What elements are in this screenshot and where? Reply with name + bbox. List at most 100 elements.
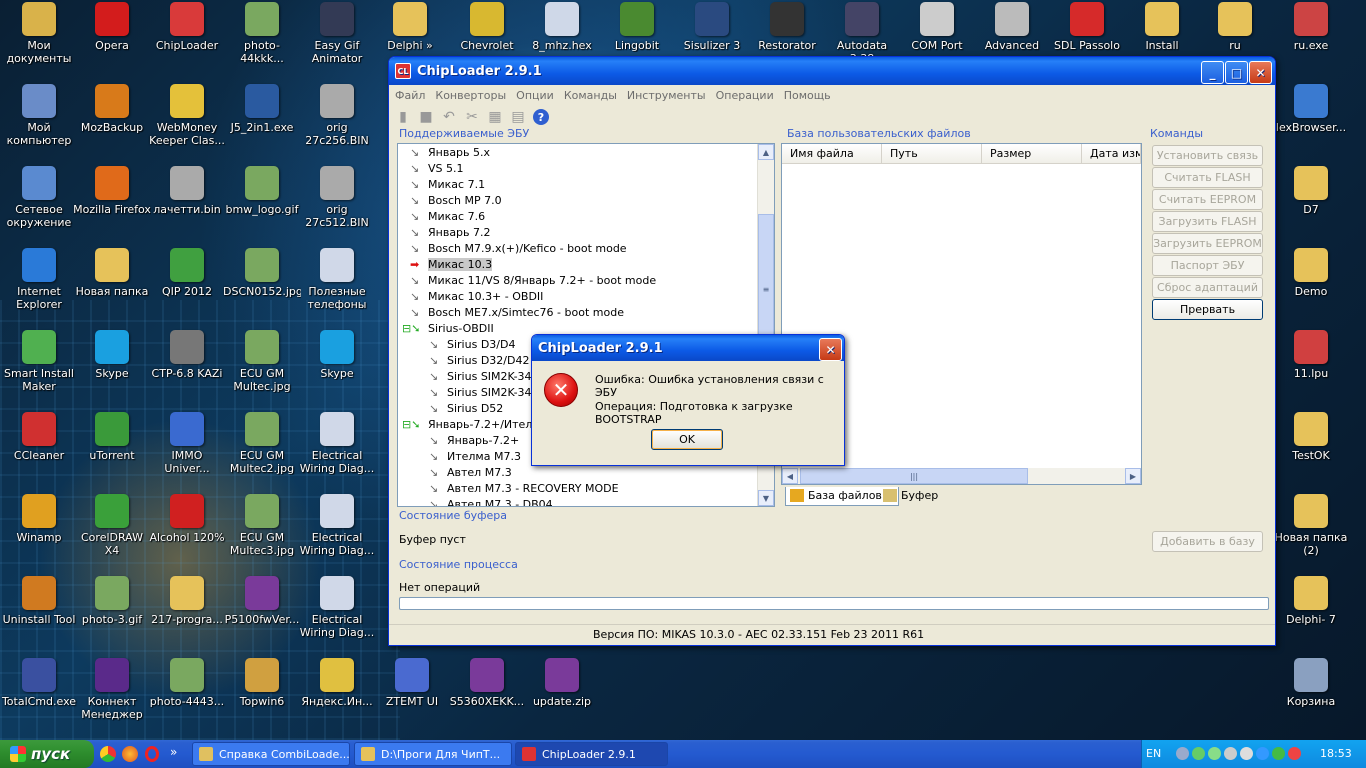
tree-item[interactable]: ↘ Bosch M7.9.x(+)/Kefico - boot mode <box>410 241 627 257</box>
desktop-icon[interactable]: orig 27c512.BIN <box>298 166 376 229</box>
desktop-icon[interactable]: MozBackup <box>73 84 151 134</box>
open-icon[interactable]: ▮ <box>395 109 411 125</box>
scroll-up-icon[interactable]: ▲ <box>758 144 774 160</box>
desktop-icon[interactable]: Restorator <box>748 2 826 52</box>
desktop-icon[interactable]: photo-44kkk... <box>223 2 301 65</box>
tree-item[interactable]: ↘ Sirius SIM2K-34 <box>429 385 532 401</box>
desktop-icon[interactable]: Opera <box>73 2 151 52</box>
scroll-right-icon[interactable]: ▶ <box>1125 468 1141 484</box>
tree-item[interactable]: ↘ Микас 10.3+ - OBDII <box>410 289 543 305</box>
desktop-icon[interactable]: Smart Install Maker <box>0 330 78 393</box>
desktop-icon[interactable]: 8_mhz.hex <box>523 2 601 52</box>
battery-icon[interactable] <box>1240 747 1253 760</box>
desktop-icon[interactable]: Uninstall Tool <box>0 576 78 626</box>
desktop-icon[interactable]: Electrical Wiring Diag... <box>298 494 376 557</box>
desktop-icon[interactable]: photo-3.gif <box>73 576 151 626</box>
desktop-icon[interactable]: Chevrolet <box>448 2 526 52</box>
cut-icon[interactable]: ✂ <box>464 109 480 125</box>
command-button[interactable]: Установить связь <box>1152 145 1263 166</box>
desktop-icon[interactable]: photo-4443... <box>148 658 226 708</box>
desktop-icon[interactable]: SDL Passolo <box>1048 2 1126 52</box>
desktop-icon[interactable]: Delphi- 7 <box>1272 576 1350 626</box>
desktop-icon[interactable]: Коннект Менеджер <box>73 658 151 721</box>
command-button[interactable]: Считать EEPROM <box>1152 189 1263 210</box>
start-button[interactable]: пуск <box>0 740 94 768</box>
copy-icon[interactable]: ▦ <box>487 109 503 125</box>
tree-item[interactable]: ↘ Автел M7.3 <box>429 465 512 481</box>
command-button[interactable]: Считать FLASH <box>1152 167 1263 188</box>
desktop-icon[interactable]: ZTEMT UI <box>373 658 451 708</box>
tree-item[interactable]: ↘ VS 5.1 <box>410 161 464 177</box>
column-size[interactable]: Размер <box>982 144 1082 164</box>
tree-item[interactable]: ↘ Микас 7.1 <box>410 177 485 193</box>
tree-item[interactable]: ↘ Автел M7.3 - DB04 <box>429 497 553 506</box>
desktop-icon[interactable]: Electrical Wiring Diag... <box>298 576 376 639</box>
desktop-icon[interactable]: Sisulizer 3 <box>673 2 751 52</box>
tree-item[interactable]: ↘ Sirius D52 <box>429 401 503 417</box>
tree-item[interactable]: ↘ Sirius D32/D42 <box>429 353 529 369</box>
desktop-icon[interactable]: Skype <box>298 330 376 380</box>
menu-operations[interactable]: Операции <box>716 89 774 102</box>
desktop-icon[interactable]: Advanced <box>973 2 1051 52</box>
quicklaunch-more-icon[interactable]: » <box>170 745 177 759</box>
language-indicator[interactable]: EN <box>1146 747 1161 760</box>
help-icon[interactable]: ? <box>533 109 549 125</box>
desktop-icon[interactable]: J5_2in1.exe <box>223 84 301 134</box>
desktop-icon[interactable]: ChipLoader <box>148 2 226 52</box>
desktop-icon[interactable]: Easy Gif Animator <box>298 2 376 65</box>
desktop-icon[interactable]: ECU GM Multec.jpg <box>223 330 301 393</box>
bluetooth-icon[interactable] <box>1256 747 1269 760</box>
desktop-icon[interactable]: ECU GM Multec3.jpg <box>223 494 301 557</box>
desktop-icon[interactable]: CTP-6.8 KAZi <box>148 330 226 380</box>
desktop-icon[interactable]: COM Port <box>898 2 976 52</box>
task-combiloader-help[interactable]: Справка CombiLoade... <box>192 742 350 766</box>
desktop-icon[interactable]: Demo <box>1272 248 1350 298</box>
desktop-icon[interactable]: Корзина <box>1272 658 1350 708</box>
tree-item[interactable]: ↘ Микас 7.6 <box>410 209 485 225</box>
dialog-close-button[interactable]: ✕ <box>819 338 842 361</box>
tree-item[interactable]: ↘ Sirius SIM2K-34 <box>429 369 532 385</box>
tree-item[interactable]: ↘ Bosch MP 7.0 <box>410 193 502 209</box>
desktop-icon[interactable]: ru <box>1196 2 1274 52</box>
tree-item[interactable]: ↘ Январь 7.2 <box>410 225 491 241</box>
menu-commands[interactable]: Команды <box>564 89 617 102</box>
menu-tools[interactable]: Инструменты <box>627 89 706 102</box>
column-path[interactable]: Путь <box>882 144 982 164</box>
opera-icon[interactable] <box>145 746 159 762</box>
desktop-icon[interactable]: CorelDRAW X4 <box>73 494 151 557</box>
command-button[interactable]: Загрузить FLASH <box>1152 211 1263 232</box>
antivirus-icon[interactable] <box>1272 747 1285 760</box>
tree-item[interactable]: ⊟➘ Январь-7.2+/Ител <box>402 417 532 433</box>
speaker-icon[interactable] <box>1224 747 1237 760</box>
files-hscrollbar[interactable]: ◀ ||| ▶ <box>782 468 1141 484</box>
desktop-icon[interactable]: 217-progra... <box>148 576 226 626</box>
desktop-icon[interactable]: ru.exe <box>1272 2 1350 52</box>
desktop-icon[interactable]: WebMoney Keeper Clas... <box>148 84 226 147</box>
menu-options[interactable]: Опции <box>516 89 554 102</box>
save-icon[interactable]: ■ <box>418 109 434 125</box>
desktop-icon[interactable]: Internet Explorer <box>0 248 78 311</box>
desktop-icon[interactable]: лачетти.bin <box>148 166 226 216</box>
add-to-db-button[interactable]: Добавить в базу <box>1152 531 1263 552</box>
command-button[interactable]: Прервать <box>1152 299 1263 320</box>
task-chiploader[interactable]: ChipLoader 2.9.1 <box>515 742 668 766</box>
desktop-icon[interactable]: orig 27c256.BIN <box>298 84 376 147</box>
tree-item[interactable]: ↘ Автел M7.3 - RECOVERY MODE <box>429 481 619 497</box>
dialog-titlebar[interactable]: ChipLoader 2.9.1 ✕ <box>532 335 844 361</box>
command-button[interactable]: Паспорт ЭБУ <box>1152 255 1263 276</box>
tab-buffer[interactable]: Буфер <box>879 487 961 505</box>
alert-icon[interactable] <box>1288 747 1301 760</box>
desktop-icon[interactable]: bmw_logo.gif <box>223 166 301 216</box>
desktop-icon[interactable]: 11.lpu <box>1272 330 1350 380</box>
close-button[interactable]: ✕ <box>1249 61 1272 84</box>
desktop-icon[interactable]: Сетевое окружение <box>0 166 78 229</box>
undo-icon[interactable]: ↶ <box>441 109 457 125</box>
scroll-down-icon[interactable]: ▼ <box>758 490 774 506</box>
desktop-icon[interactable]: Delphi » <box>371 2 449 52</box>
chat-icon[interactable] <box>1208 747 1221 760</box>
tree-item[interactable]: ⊟➘ Sirius-OBDII <box>402 321 494 337</box>
menu-converters[interactable]: Конверторы <box>435 89 506 102</box>
desktop-icon[interactable]: Полезные телефоны <box>298 248 376 311</box>
command-button[interactable]: Загрузить EEPROM <box>1152 233 1263 254</box>
hscroll-thumb[interactable]: ||| <box>800 468 1028 484</box>
